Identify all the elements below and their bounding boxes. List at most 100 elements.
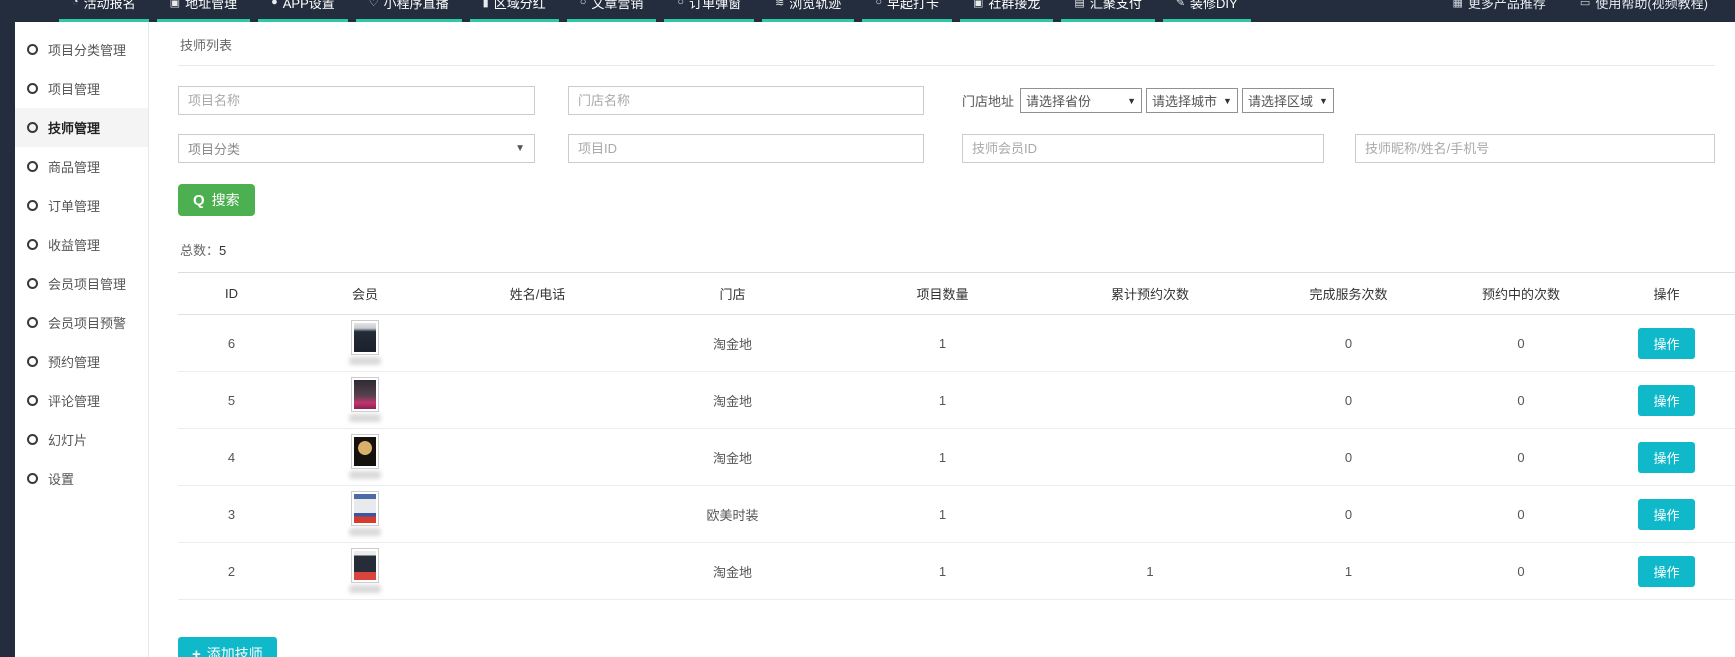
topnav-item-browse-track[interactable]: ≋ 浏览轨迹 <box>762 0 854 22</box>
censored-name-blur <box>349 357 381 365</box>
cell-store: 淘金地 <box>630 429 835 486</box>
topnav-label: 小程序直播 <box>384 0 449 12</box>
topnav-item-decorate-diy[interactable]: ✎ 装修DIY <box>1163 0 1251 22</box>
search-button-label: 搜索 <box>212 190 240 210</box>
sidebar-item-slideshow[interactable]: 幻灯片 <box>15 420 148 459</box>
topnav-label: 活动报名 <box>84 0 136 12</box>
cell-id: 3 <box>178 486 285 543</box>
sidebar-item-order-manage[interactable]: 订单管理 <box>15 186 148 225</box>
topnav-item-activity-signup[interactable]: ◔ 活动报名 <box>59 0 149 22</box>
topnav-label: 更多产品推荐 <box>1468 0 1546 12</box>
member-avatar-wrap <box>349 378 381 422</box>
search-icon: Q <box>193 192 205 209</box>
sidebar-item-member-project-alert[interactable]: 会员项目预警 <box>15 303 148 342</box>
topnav-item-address-manage[interactable]: ▣ 地址管理 <box>157 0 250 22</box>
chevron-down-icon: ▼ <box>1319 96 1328 106</box>
circle-bullet-icon <box>27 356 38 367</box>
topnav-item-huiju-pay[interactable]: ▤ 汇聚支付 <box>1061 0 1154 22</box>
cell-project-count: 1 <box>835 429 1050 486</box>
cell-pending-bookings: 0 <box>1447 372 1595 429</box>
col-header-project-count: 项目数量 <box>835 273 1050 315</box>
table-row: 2 淘金地 1 1 1 0 操作 <box>178 543 1735 600</box>
topnav-label: 文章营销 <box>591 0 643 12</box>
cell-name-phone <box>445 315 630 372</box>
circle-bullet-icon <box>27 395 38 406</box>
topnav-label: 装修DIY <box>1190 0 1238 12</box>
col-header-total-bookings: 累计预约次数 <box>1050 273 1250 315</box>
cell-total-bookings: 1 <box>1050 543 1250 600</box>
row-action-button[interactable]: 操作 <box>1638 442 1694 473</box>
cell-name-phone <box>445 543 630 600</box>
sidebar: 项目分类管理 项目管理 技师管理 商品管理 订单管理 收益管理 会员项目管理 会… <box>15 22 149 657</box>
project-id-input[interactable] <box>568 134 924 163</box>
topnav-item-article-marketing[interactable]: ○ 文章营销 <box>567 0 657 22</box>
province-select[interactable]: 请选择省份 ▼ <box>1020 88 1142 113</box>
topnav-item-miniprogram-live[interactable]: ♡ 小程序直播 <box>356 0 462 22</box>
topnav-item-app-settings[interactable]: ● APP设置 <box>258 0 348 22</box>
sidebar-item-goods-manage[interactable]: 商品管理 <box>15 147 148 186</box>
sidebar-item-comment-manage[interactable]: 评论管理 <box>15 381 148 420</box>
sidebar-item-technician-manage[interactable]: 技师管理 <box>15 108 148 147</box>
sidebar-item-label: 订单管理 <box>48 196 100 215</box>
cell-completed-services: 1 <box>1250 543 1447 600</box>
topnav-label: 地址管理 <box>185 0 237 12</box>
technician-nickname-input[interactable] <box>1355 134 1715 163</box>
total-count: 总数：5 <box>180 240 1715 259</box>
top-plugin-bar: ◔ 活动报名 ▣ 地址管理 ● APP设置 ♡ 小程序直播 ▮ 区域分红 ○ 文… <box>0 0 1735 22</box>
main-content: 技师列表 门店地址 请选择省份 ▼ 请选择城市 ▼ 请选择区域 ▼ <box>150 22 1735 657</box>
project-category-select[interactable]: 项目分类 ▼ <box>178 134 535 163</box>
province-select-value: 请选择省份 <box>1026 91 1091 110</box>
row-action-button[interactable]: 操作 <box>1638 556 1694 587</box>
card-icon: ▣ <box>170 0 180 9</box>
project-name-input[interactable] <box>178 86 535 115</box>
circle-bullet-icon <box>27 239 38 250</box>
topnav-label: 汇聚支付 <box>1090 0 1142 12</box>
circle-icon: ○ <box>677 0 684 8</box>
sidebar-item-settings[interactable]: 设置 <box>15 459 148 498</box>
circle-bullet-icon <box>27 161 38 172</box>
topnav-item-more-products[interactable]: ▦ 更多产品推荐 <box>1440 0 1559 15</box>
topnav-item-morning-checkin[interactable]: ○ 早起打卡 <box>862 0 952 22</box>
topnav-label: 使用帮助(视频教程) <box>1595 0 1708 12</box>
store-address-label: 门店地址 <box>962 91 1014 110</box>
sidebar-item-label: 收益管理 <box>48 235 100 254</box>
col-header-member: 会员 <box>285 273 445 315</box>
row-action-button[interactable]: 操作 <box>1638 385 1694 416</box>
topnav-item-help-tutorial[interactable]: ▭ 使用帮助(视频教程) <box>1567 0 1721 15</box>
topnav-item-order-popup[interactable]: ○ 订单弹窗 <box>664 0 754 22</box>
list-icon: ▤ <box>1074 0 1084 9</box>
sidebar-item-member-project-manage[interactable]: 会员项目管理 <box>15 264 148 303</box>
sidebar-item-project-manage[interactable]: 项目管理 <box>15 69 148 108</box>
row-action-button[interactable]: 操作 <box>1638 328 1694 359</box>
cell-id: 4 <box>178 429 285 486</box>
sidebar-item-project-category[interactable]: 项目分类管理 <box>15 30 148 69</box>
sidebar-item-label: 会员项目预警 <box>48 313 126 332</box>
cell-total-bookings <box>1050 429 1250 486</box>
table-row: 3 欧美时装 1 0 0 操作 <box>178 486 1735 543</box>
sidebar-item-label: 项目管理 <box>48 79 100 98</box>
video-icon: ▭ <box>1580 0 1590 9</box>
col-header-completed-services: 完成服务次数 <box>1250 273 1447 315</box>
cell-completed-services: 0 <box>1250 486 1447 543</box>
bar-icon: ▮ <box>483 0 489 9</box>
pencil-icon: ✎ <box>1176 0 1185 9</box>
technician-member-id-input[interactable] <box>962 134 1324 163</box>
chevron-down-icon: ▼ <box>1127 96 1136 106</box>
add-technician-button[interactable]: + 添加技师 <box>178 637 277 657</box>
store-name-input[interactable] <box>568 86 924 115</box>
cell-project-count: 1 <box>835 543 1050 600</box>
chevron-down-icon: ▼ <box>1223 96 1232 106</box>
topnav-item-region-bonus[interactable]: ▮ 区域分红 <box>470 0 559 22</box>
col-header-pending-bookings: 预约中的次数 <box>1447 273 1595 315</box>
district-select[interactable]: 请选择区域 ▼ <box>1242 88 1334 113</box>
search-button[interactable]: Q 搜索 <box>178 184 255 216</box>
cell-completed-services: 0 <box>1250 372 1447 429</box>
sidebar-item-income-manage[interactable]: 收益管理 <box>15 225 148 264</box>
topnav-item-group-solitaire[interactable]: ▣ 社群接龙 <box>960 0 1053 22</box>
col-header-id: ID <box>178 273 285 315</box>
member-avatar-wrap <box>349 492 381 536</box>
member-avatar-wrap <box>349 435 381 479</box>
sidebar-item-booking-manage[interactable]: 预约管理 <box>15 342 148 381</box>
city-select[interactable]: 请选择城市 ▼ <box>1146 88 1238 113</box>
row-action-button[interactable]: 操作 <box>1638 499 1694 530</box>
